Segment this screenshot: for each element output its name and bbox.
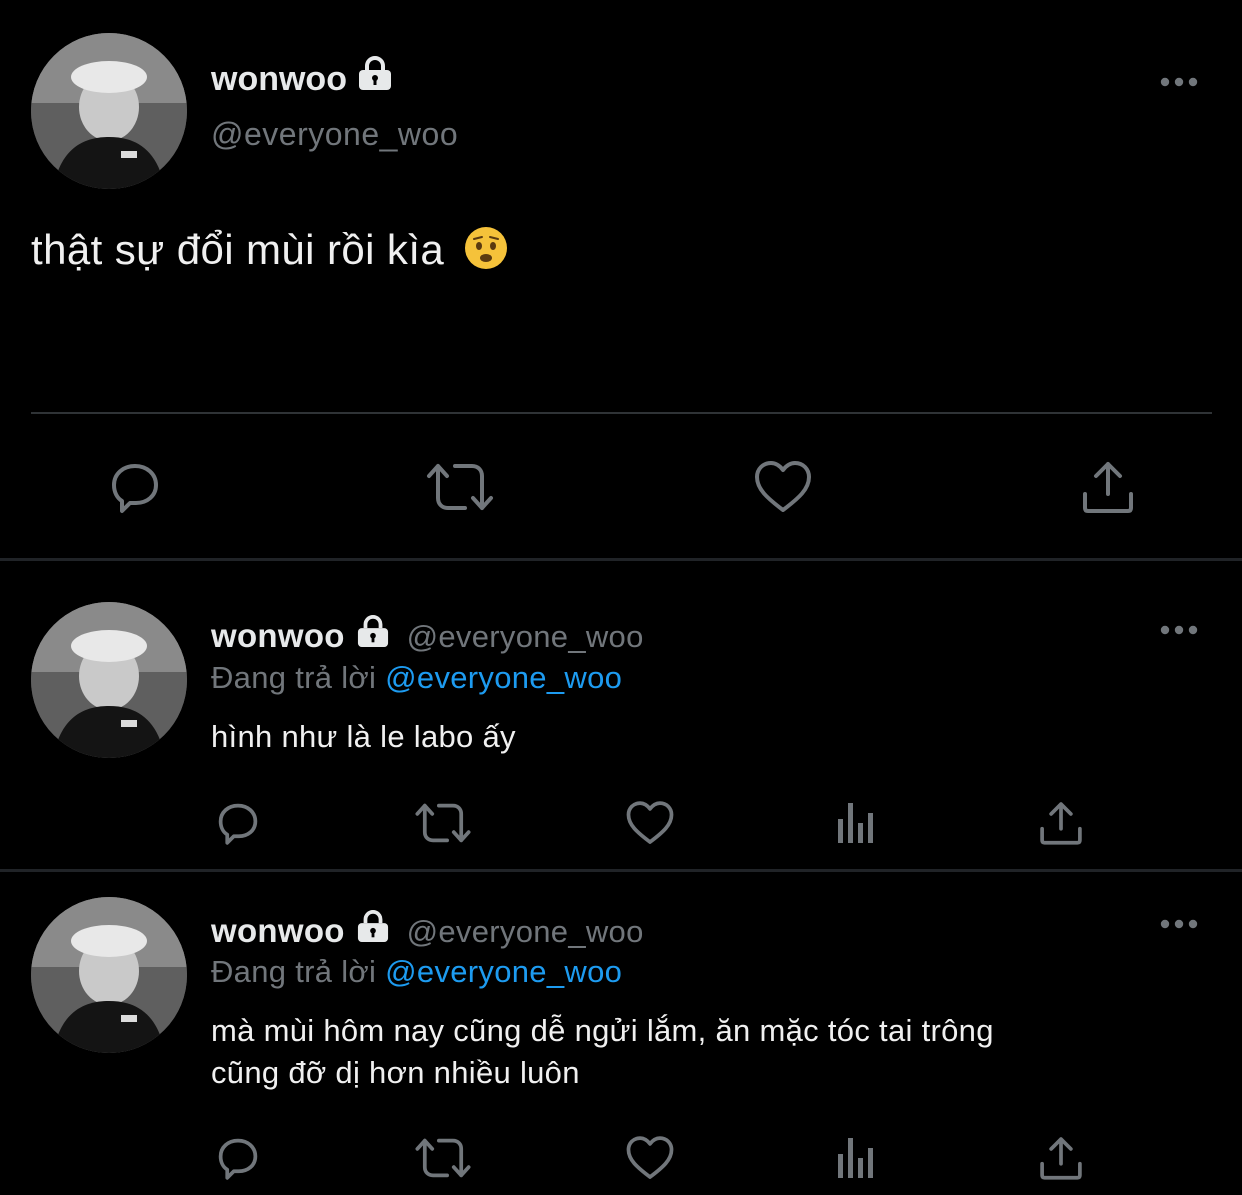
share-icon[interactable]	[1038, 799, 1084, 847]
tweet-text: hình như là le labo ấy	[211, 719, 516, 754]
tweet-text: thật sự đổi mùi rồi kìa	[31, 226, 508, 280]
author-name[interactable]: wonwoo	[211, 617, 345, 654]
retweet-icon[interactable]	[414, 799, 472, 847]
mention-link[interactable]: @everyone_woo	[385, 954, 622, 989]
more-options-icon[interactable]	[1160, 914, 1198, 939]
more-options-icon[interactable]	[1160, 620, 1198, 645]
analytics-icon[interactable]	[834, 799, 880, 847]
like-icon[interactable]	[625, 799, 675, 847]
author-name[interactable]: wonwoo	[211, 56, 394, 99]
reply-icon[interactable]	[214, 799, 262, 847]
author-handle[interactable]: @everyone_woo	[407, 914, 644, 949]
share-icon[interactable]	[1038, 1134, 1084, 1182]
tweet-text-line: mà mùi hôm nay cũng dễ ngửi lắm, ăn mặc …	[211, 1013, 994, 1048]
divider	[31, 412, 1212, 414]
lock-icon	[354, 910, 392, 950]
share-icon[interactable]	[1080, 458, 1136, 516]
lock-icon	[356, 56, 394, 99]
avatar[interactable]	[31, 602, 187, 758]
avatar[interactable]	[31, 33, 187, 189]
replying-to: Đang trả lời @everyone_woo	[211, 660, 623, 695]
tweet-text-line: cũng đỡ dị hơn nhiều luôn	[211, 1055, 580, 1090]
mention-link[interactable]: @everyone_woo	[385, 660, 622, 695]
like-icon[interactable]	[625, 1134, 675, 1182]
author-handle[interactable]: @everyone_woo	[211, 116, 458, 153]
like-icon[interactable]	[753, 458, 813, 516]
retweet-icon[interactable]	[425, 458, 495, 516]
reply-header: wonwoo @everyone_woo	[211, 910, 644, 950]
analytics-icon[interactable]	[834, 1134, 880, 1182]
reply-icon[interactable]	[214, 1134, 262, 1182]
author-handle[interactable]: @everyone_woo	[407, 619, 644, 654]
replying-to: Đang trả lời @everyone_woo	[211, 954, 623, 989]
retweet-icon[interactable]	[414, 1134, 472, 1182]
worried-face-icon	[464, 226, 508, 280]
author-name[interactable]: wonwoo	[211, 912, 345, 949]
reply-icon[interactable]	[106, 458, 164, 516]
avatar[interactable]	[31, 897, 187, 1053]
section-divider	[0, 558, 1242, 561]
more-options-icon[interactable]	[1160, 72, 1198, 97]
lock-icon	[354, 615, 392, 655]
reply-header: wonwoo @everyone_woo	[211, 615, 644, 655]
section-divider	[0, 869, 1242, 872]
